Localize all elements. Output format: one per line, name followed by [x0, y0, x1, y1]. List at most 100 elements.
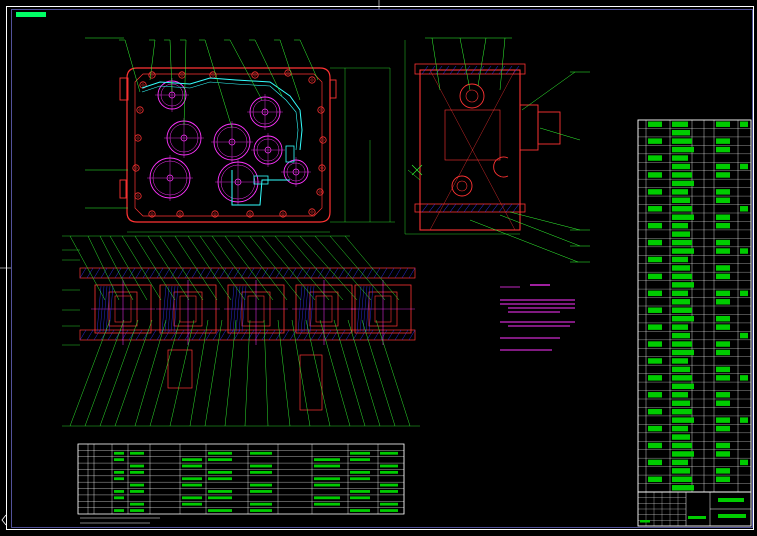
- hatch-stroke: [428, 203, 436, 213]
- parts-list-material-cell: [716, 366, 730, 373]
- hatch-stroke: [345, 267, 353, 279]
- leader-line: [319, 319, 351, 427]
- parts-list-name-cell: [672, 155, 688, 161]
- hatch-stroke: [324, 329, 332, 341]
- parts-list-material-cell: [716, 265, 730, 271]
- parts-list-name-cell: [672, 392, 688, 398]
- inner-housing: [444, 109, 501, 161]
- parts-list-material-cell: [716, 290, 730, 297]
- param-table-cell: [114, 477, 124, 481]
- hatch-stroke: [114, 267, 122, 279]
- parts-list-name-cell: [672, 307, 692, 313]
- side-bottom-flange: [414, 203, 526, 213]
- param-table-cell: [182, 483, 202, 487]
- parts-list-code-cell: [648, 392, 662, 398]
- param-table-cell: [250, 490, 272, 493]
- leader-line: [99, 319, 139, 427]
- section-view: [292, 280, 356, 345]
- parts-list-name-cell: [672, 256, 688, 263]
- bolt-hole: [308, 76, 316, 84]
- leader-line: [375, 319, 411, 427]
- param-table-cell: [114, 490, 124, 493]
- hatch-stroke: [387, 329, 395, 341]
- leader-line: [361, 319, 396, 427]
- param-table-cell: [314, 502, 340, 506]
- bolt-center: [213, 212, 217, 216]
- parts-list-name-cell: [672, 400, 690, 406]
- parts-list-code-cell: [648, 290, 662, 297]
- bolt-center: [150, 212, 154, 216]
- hatch-stroke: [93, 267, 101, 279]
- parts-list-name-cell: [672, 425, 688, 432]
- hatch-stroke: [79, 329, 87, 341]
- bolt-center: [178, 212, 182, 216]
- parts-list-name-cell: [672, 349, 694, 356]
- parts-list-material-cell: [716, 392, 730, 398]
- param-table-cell: [208, 490, 232, 493]
- param-table-cell: [314, 477, 340, 481]
- hatch-stroke: [142, 267, 150, 279]
- param-table-cell: [182, 464, 202, 468]
- leader-line: [263, 319, 269, 427]
- hatch-stroke: [477, 203, 485, 213]
- hatch-stroke: [261, 267, 269, 279]
- parts-list-note-cell: [740, 332, 748, 339]
- hatch-stroke: [177, 329, 185, 341]
- parts-list-material-cell: [716, 197, 730, 204]
- param-table-cell: [130, 509, 144, 512]
- parts-list-code-cell: [648, 155, 662, 161]
- parts-list-name-cell: [672, 197, 690, 204]
- param-table-cell: [208, 451, 232, 455]
- hatch-stroke: [149, 267, 157, 279]
- param-table-cell: [380, 470, 398, 474]
- parts-list-material-cell: [716, 163, 730, 170]
- hatch-stroke: [484, 203, 492, 213]
- section-view: [351, 280, 415, 345]
- parts-list-code-cell: [648, 206, 662, 212]
- parts-list-name-cell: [672, 129, 690, 136]
- parts-list-name-cell: [672, 222, 688, 229]
- bolt-center: [138, 108, 142, 112]
- hatch-stroke: [212, 267, 220, 279]
- bolt-center: [141, 83, 145, 87]
- shaft-section-views: [62, 235, 420, 427]
- param-table-cell: [208, 470, 232, 474]
- parts-list-code-cell: [648, 358, 662, 364]
- hatch-stroke: [205, 329, 213, 341]
- parts-list-note-cell: [740, 163, 748, 170]
- hatch-stroke: [442, 203, 450, 213]
- parts-list-material-cell: [716, 273, 730, 280]
- parts-list-material-cell: [716, 400, 730, 406]
- param-table-cell: [380, 464, 398, 468]
- hatch-stroke: [463, 203, 471, 213]
- parts-list-material-cell: [716, 121, 730, 127]
- hatch-stroke: [268, 267, 276, 279]
- parts-list-name-cell: [672, 485, 694, 491]
- shaft-band: [79, 329, 416, 341]
- param-table-cell: [350, 451, 370, 455]
- bill-of-materials: [637, 119, 752, 493]
- hatch-stroke: [254, 267, 262, 279]
- param-table-cell: [314, 464, 340, 468]
- parts-list-material-cell: [716, 451, 730, 457]
- parts-list-material-cell: [716, 324, 730, 330]
- parts-list-note-cell: [740, 375, 748, 381]
- parts-list-material-cell: [716, 341, 730, 347]
- bolt-center: [310, 210, 314, 214]
- title-block: [637, 491, 752, 527]
- parts-list-material-cell: [716, 315, 730, 322]
- hatch-stroke: [352, 329, 360, 341]
- parts-list-name-cell: [672, 358, 688, 364]
- hatch-stroke: [226, 267, 234, 279]
- parts-list-code-cell: [648, 476, 662, 483]
- bolt-center: [310, 78, 314, 82]
- hatch-stroke: [79, 267, 87, 279]
- hatch-stroke: [247, 267, 255, 279]
- parts-list-note-cell: [740, 290, 748, 297]
- signature-cell: [640, 520, 650, 523]
- hatch-stroke: [135, 267, 143, 279]
- leader-line: [469, 219, 579, 263]
- oil-pipe: [231, 170, 290, 206]
- leader-line: [183, 39, 187, 126]
- parts-list-name-cell: [672, 383, 694, 390]
